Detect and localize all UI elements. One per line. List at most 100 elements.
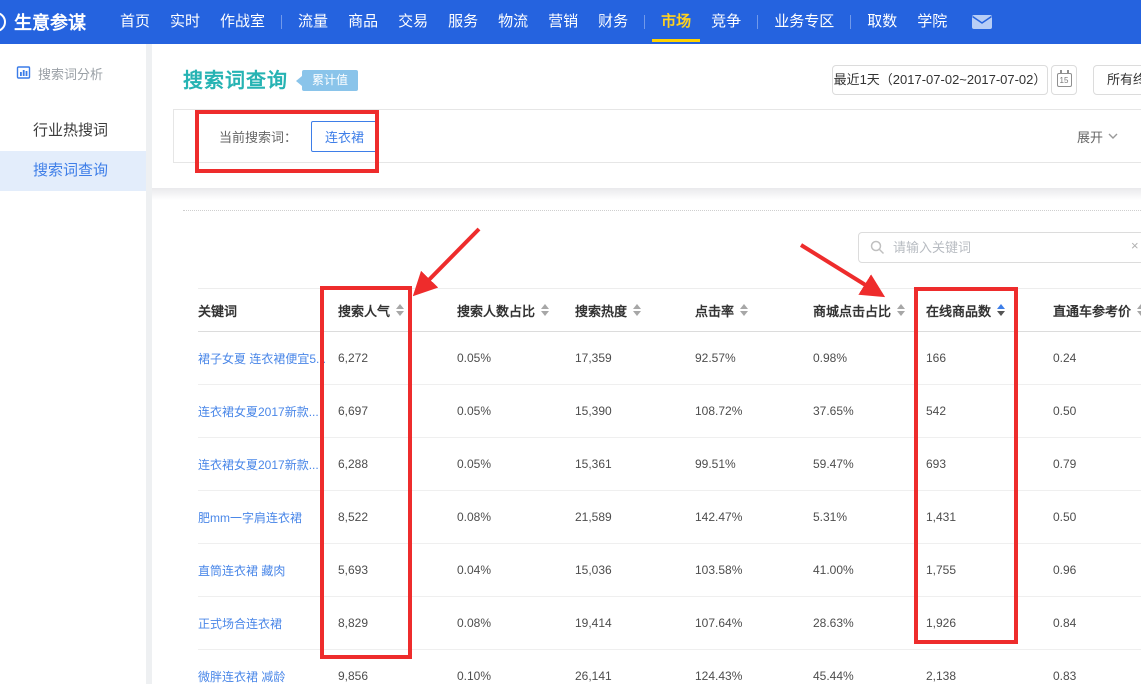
nav-items: 首页 实时 作战室 流量 商品 交易 服务 物流 营销 财务 市场 竞争 业务专… [110,0,957,44]
nav-item-market[interactable]: 市场 [661,0,691,44]
cell-online-products: 1,755 [926,563,1053,577]
terminal-filter-dropdown[interactable]: 所有终端 [1093,65,1141,95]
nav-item-business-zone[interactable]: 业务专区 [774,0,834,44]
cell-click-rate: 103.58% [695,563,813,577]
keyword-link[interactable]: 肥mm一字肩连衣裙 [198,509,338,526]
cell-search-heat: 26,141 [575,669,695,683]
current-term-chip[interactable]: 连衣裙 [311,121,378,152]
current-term-label: 当前搜索词： [219,127,297,146]
cell-searcher-ratio: 0.05% [457,351,575,365]
col-header-online-products[interactable]: 在线商品数 [926,301,1053,320]
nav-item-services[interactable]: 服务 [448,0,478,44]
sort-icon[interactable] [541,304,549,316]
nav-item-academy[interactable]: 学院 [917,0,947,44]
screen: 生意参谋 首页 实时 作战室 流量 商品 交易 服务 物流 营销 财务 市场 竞… [0,0,1141,684]
cell-mall-click-ratio: 45.44% [813,669,926,683]
cell-mall-click-ratio: 28.63% [813,616,926,630]
sidebar: 搜索词分析 行业热搜词 搜索词查询 [0,44,146,684]
keyword-link[interactable]: 正式场合连衣裙 [198,615,338,632]
search-icon [870,240,885,255]
nav-item-transactions[interactable]: 交易 [398,0,428,44]
cell-search-heat: 21,589 [575,510,695,524]
expand-label: 展开 [1077,127,1103,146]
keyword-search-box: × [858,232,1141,263]
nav-item-data-extraction[interactable]: 取数 [867,0,897,44]
cell-online-products: 1,926 [926,616,1053,630]
cell-ppc-ref-price: 0.50 [1053,404,1141,418]
col-header-click-rate[interactable]: 点击率 [695,301,813,320]
nav-item-marketing[interactable]: 营销 [548,0,578,44]
cell-mall-click-ratio: 37.65% [813,404,926,418]
search-term-table: 关键词 搜索人气 搜索人数占比 搜索热度 点击率 商城点击占比 在线商品数 直通… [198,288,1141,684]
col-header-search-heat[interactable]: 搜索热度 [575,301,695,320]
top-nav: 生意参谋 首页 实时 作战室 流量 商品 交易 服务 物流 营销 财务 市场 竞… [0,0,1141,44]
calendar-icon: 15 [1057,73,1072,87]
nav-item-competition[interactable]: 竞争 [711,0,741,44]
cell-click-rate: 99.51% [695,457,813,471]
clear-icon[interactable]: × [1131,238,1139,253]
sort-icon[interactable] [1137,304,1141,316]
main-content: 搜索词查询 累计值 最近1天（2017-07-02~2017-07-02） 15… [152,44,1141,684]
sidebar-section: 搜索词分析 [0,44,146,89]
date-range-picker[interactable]: 最近1天（2017-07-02~2017-07-02） [832,65,1048,95]
cell-ppc-ref-price: 0.79 [1053,457,1141,471]
report-icon [16,65,31,83]
expand-toggle[interactable]: 展开 [1077,127,1118,146]
nav-item-home[interactable]: 首页 [120,0,150,44]
sort-icon[interactable] [740,304,748,316]
cell-ppc-ref-price: 0.24 [1053,351,1141,365]
table-row: 连衣裙女夏2017新款...6,6970.05%15,390108.72%37.… [198,385,1141,438]
keyword-link[interactable]: 微胖连衣裙 减龄 [198,668,338,684]
sort-icon[interactable] [633,304,641,316]
sidebar-item-search-term-query[interactable]: 搜索词查询 [0,151,146,191]
nav-item-traffic[interactable]: 流量 [298,0,328,44]
sort-icon[interactable] [396,304,404,316]
col-header-ppc-ref-price[interactable]: 直通车参考价 [1053,301,1141,320]
cell-click-rate: 107.64% [695,616,813,630]
nav-divider [757,15,758,29]
cell-mall-click-ratio: 5.31% [813,510,926,524]
nav-divider [281,15,282,29]
keyword-link[interactable]: 连衣裙女夏2017新款... [198,403,338,420]
cell-search-popularity: 6,697 [338,404,457,418]
cell-online-products: 542 [926,404,1053,418]
cell-search-popularity: 8,522 [338,510,457,524]
nav-item-realtime[interactable]: 实时 [170,0,200,44]
cell-online-products: 2,138 [926,669,1053,683]
mail-icon[interactable] [971,14,993,30]
nav-item-logistics[interactable]: 物流 [498,0,528,44]
chevron-down-icon [1108,133,1118,139]
cell-ppc-ref-price: 0.50 [1053,510,1141,524]
cell-search-heat: 15,390 [575,404,695,418]
col-header-searcher-ratio[interactable]: 搜索人数占比 [457,301,575,320]
cell-ppc-ref-price: 0.84 [1053,616,1141,630]
calendar-button[interactable]: 15 [1051,65,1077,95]
col-header-mall-click-ratio[interactable]: 商城点击占比 [813,301,926,320]
panel-shadow [152,188,1141,202]
keyword-link[interactable]: 连衣裙女夏2017新款... [198,456,338,473]
table-row: 裙子女夏 连衣裙便宜5...6,2720.05%17,35992.57%0.98… [198,332,1141,385]
nav-item-products[interactable]: 商品 [348,0,378,44]
keyword-search-input[interactable] [893,240,1113,255]
sort-icon[interactable] [897,304,905,316]
sort-icon[interactable] [997,304,1005,316]
col-header-keyword: 关键词 [198,301,338,320]
cell-click-rate: 142.47% [695,510,813,524]
cell-search-popularity: 9,856 [338,669,457,683]
table-row: 正式场合连衣裙8,8290.08%19,414107.64%28.63%1,92… [198,597,1141,650]
col-header-search-popularity[interactable]: 搜索人气 [338,301,457,320]
sidebar-item-industry-hot-words[interactable]: 行业热搜词 [0,111,146,151]
sidebar-section-label: 搜索词分析 [38,64,103,83]
brand-logo-icon [0,12,6,32]
keyword-link[interactable]: 直筒连衣裙 藏肉 [198,562,338,579]
keyword-link[interactable]: 裙子女夏 连衣裙便宜5... [198,350,338,367]
page-title: 搜索词查询 [183,64,288,93]
table-body: 裙子女夏 连衣裙便宜5...6,2720.05%17,35992.57%0.98… [198,332,1141,684]
cell-search-heat: 15,036 [575,563,695,577]
brand[interactable]: 生意参谋 [0,9,86,35]
cell-search-heat: 15,361 [575,457,695,471]
nav-item-finance[interactable]: 财务 [598,0,628,44]
table-row: 肥mm一字肩连衣裙8,5220.08%21,589142.47%5.31%1,4… [198,491,1141,544]
cell-search-heat: 17,359 [575,351,695,365]
nav-item-war-room[interactable]: 作战室 [220,0,265,44]
